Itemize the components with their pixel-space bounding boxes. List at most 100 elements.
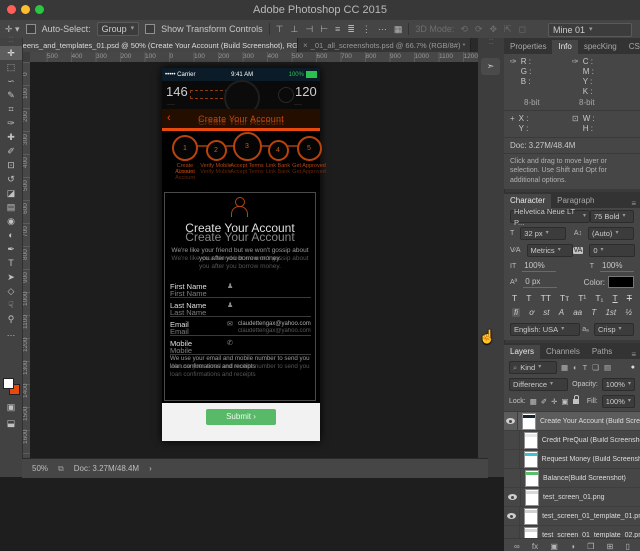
opentype-button[interactable]: A	[559, 308, 564, 317]
opentype-button[interactable]: 1st	[605, 308, 616, 317]
new-group-icon[interactable]: ❒	[587, 542, 594, 551]
auto-select-checkbox[interactable]	[26, 24, 36, 34]
progress-step[interactable]: 5Get ApprovedGet Approved	[292, 136, 326, 169]
text-style-button[interactable]: Tᴛ	[560, 293, 569, 303]
lock-all-icon[interactable]	[573, 399, 579, 404]
align-icon[interactable]: ⋯	[378, 24, 387, 35]
opentype-button[interactable]: st	[543, 308, 549, 317]
horizontal-scale-field[interactable]: 100%	[600, 261, 634, 272]
tool-crop-tool[interactable]: ⌗	[0, 102, 22, 116]
text-style-button[interactable]: T₁	[595, 293, 603, 303]
lock-button[interactable]: ▣	[561, 397, 568, 406]
text-style-button[interactable]: T	[526, 293, 531, 303]
tool-pen-tool[interactable]: ✒	[0, 242, 22, 256]
blend-mode-dropdown[interactable]: Difference	[509, 378, 568, 391]
layer-visibility-toggle[interactable]	[504, 431, 520, 449]
lock-button[interactable]: ▦	[530, 397, 537, 406]
move-tool-icon[interactable]: ✛ ▾	[5, 24, 20, 35]
progress-step[interactable]: 2Verify MobileVerify Mobile	[199, 140, 233, 169]
panel-menu-icon[interactable]: ≡	[631, 350, 640, 359]
document-tab[interactable]: × _01_all_screenshots.psd @ 66.7% (RGB/8…	[298, 38, 471, 52]
opacity-dropdown[interactable]: 100%	[602, 378, 635, 391]
delete-layer-icon[interactable]: ▯	[626, 542, 630, 551]
zoom-level-text[interactable]: 50%	[32, 464, 48, 473]
tool-healing-brush-tool[interactable]: ✚	[0, 130, 22, 144]
3d-mode-icon[interactable]: ⟳	[475, 24, 483, 35]
align-icon[interactable]: ⊤	[276, 24, 284, 35]
text-style-button[interactable]: TT	[541, 293, 551, 303]
align-icon[interactable]: ▦	[394, 24, 403, 35]
panel-tab-specking[interactable]: specKing	[578, 40, 623, 54]
filter-type-icon[interactable]: ❏	[592, 363, 599, 372]
layer-row[interactable]: test_screen_01_template_01.png	[504, 507, 640, 526]
filter-type-icon[interactable]: ▦	[561, 363, 568, 372]
opentype-button[interactable]: aa	[573, 308, 582, 317]
auto-select-target-dropdown[interactable]: Group	[97, 22, 140, 36]
opentype-button[interactable]: fi	[512, 308, 520, 317]
tool-marquee-tool[interactable]: ⬚	[0, 60, 22, 74]
rgb-bit-depth[interactable]: 8-bit	[524, 98, 579, 107]
font-style-dropdown[interactable]: 75 Bold	[590, 210, 634, 223]
layer-visibility-toggle[interactable]	[504, 507, 520, 525]
text-style-button[interactable]: T¹	[578, 293, 586, 303]
filter-type-icon[interactable]: ▤	[604, 363, 611, 372]
layer-row[interactable]: test_screen_01.png	[504, 488, 640, 507]
show-transform-checkbox[interactable]	[145, 24, 155, 34]
progress-step[interactable]: 3Accept TermsAccept Terms	[230, 132, 264, 169]
panel-tab-properties[interactable]: Properties	[504, 40, 552, 54]
tracking-field[interactable]: 0	[589, 244, 635, 257]
layer-visibility-toggle[interactable]	[504, 488, 521, 506]
tool-lasso-tool[interactable]: ∽	[0, 74, 22, 88]
fill-dropdown[interactable]: 100%	[602, 395, 635, 408]
layer-fx-icon[interactable]: fx	[532, 542, 538, 551]
lock-button[interactable]: ✐	[541, 397, 547, 406]
filter-toggle-icon[interactable]: ●	[631, 364, 635, 371]
form-field-row[interactable]: First NameFirst Name♟	[170, 279, 311, 298]
panel-tab-csshat[interactable]: CSS Hat	[623, 40, 640, 54]
tool-eyedropper-tool[interactable]: ✑	[0, 116, 22, 130]
language-dropdown[interactable]: English: USA	[510, 323, 580, 336]
lock-button[interactable]: ✛	[551, 397, 557, 406]
baseline-shift-field[interactable]: 0 px	[523, 277, 557, 288]
status-arrow-icon[interactable]: ›	[149, 464, 152, 473]
tool-hand-tool[interactable]: ☟	[0, 298, 22, 312]
panel-grip[interactable]: ⁚⁚	[0, 38, 22, 46]
align-icon[interactable]: ≡	[335, 24, 340, 35]
layer-visibility-toggle[interactable]	[504, 526, 520, 538]
3d-mode-icon[interactable]: ⇱	[504, 24, 512, 35]
document-tab[interactable]: × screens_and_templates_01.psd @ 50% (Cr…	[0, 38, 298, 52]
layer-row[interactable]: Balance(Build Screenshot)	[504, 469, 640, 488]
phone-document[interactable]: ••••• Carrier 9:41 AM 100% 146 ﹏﹏ 120 ﹏﹏…	[162, 68, 320, 441]
submit-button[interactable]: Submit ›	[206, 409, 276, 425]
vertical-scale-field[interactable]: 100%	[522, 261, 556, 272]
text-color-swatch[interactable]	[608, 276, 634, 288]
progress-step[interactable]: 4Link BankLink Bank	[261, 140, 295, 169]
tool-path-selection-tool[interactable]: ➤	[0, 270, 22, 284]
font-family-dropdown[interactable]: Helvetica Neue LT P...	[510, 210, 590, 223]
collapse-dock-icon[interactable]: ⁚⁚	[478, 38, 504, 46]
workspace-dropdown[interactable]: Mine 01	[548, 23, 632, 37]
opentype-button[interactable]: ½	[625, 308, 632, 317]
tab-close-icon[interactable]: ×	[303, 41, 308, 50]
filter-type-icon[interactable]: T	[583, 363, 588, 372]
layer-row[interactable]: Credit PreQual (Build Screenshot)	[504, 431, 640, 450]
link-layers-icon[interactable]: ∞	[514, 542, 520, 551]
tool-dodge-tool[interactable]: ◐	[0, 228, 22, 242]
tool-blur-tool[interactable]: ◉	[0, 214, 22, 228]
tool-type-tool[interactable]: T	[0, 256, 22, 270]
3d-mode-icon[interactable]: ⟲	[460, 24, 468, 35]
layer-row[interactable]: test_screen_01_template_02.png	[504, 526, 640, 538]
font-size-field[interactable]: 32 px	[520, 227, 566, 240]
tool-zoom-tool[interactable]: ⚲	[0, 312, 22, 326]
cmyk-bit-depth[interactable]: 8-bit	[579, 98, 634, 107]
layer-visibility-toggle[interactable]	[504, 412, 518, 430]
panel-tab-paths[interactable]: Paths	[586, 345, 618, 359]
align-icon[interactable]: ⊥	[291, 24, 299, 35]
form-field-row[interactable]: EmailEmail✉claudettengax@yahoo.comclaude…	[170, 317, 311, 336]
layer-visibility-toggle[interactable]	[504, 450, 520, 468]
tool-clone-stamp-tool[interactable]: ⊡	[0, 158, 22, 172]
tool-gradient-tool[interactable]: ▤	[0, 200, 22, 214]
progress-step[interactable]: 1Create AccountCreate Account	[168, 135, 202, 176]
foreground-color-swatch[interactable]	[3, 378, 14, 389]
filter-type-icon[interactable]: ◐	[573, 363, 578, 372]
